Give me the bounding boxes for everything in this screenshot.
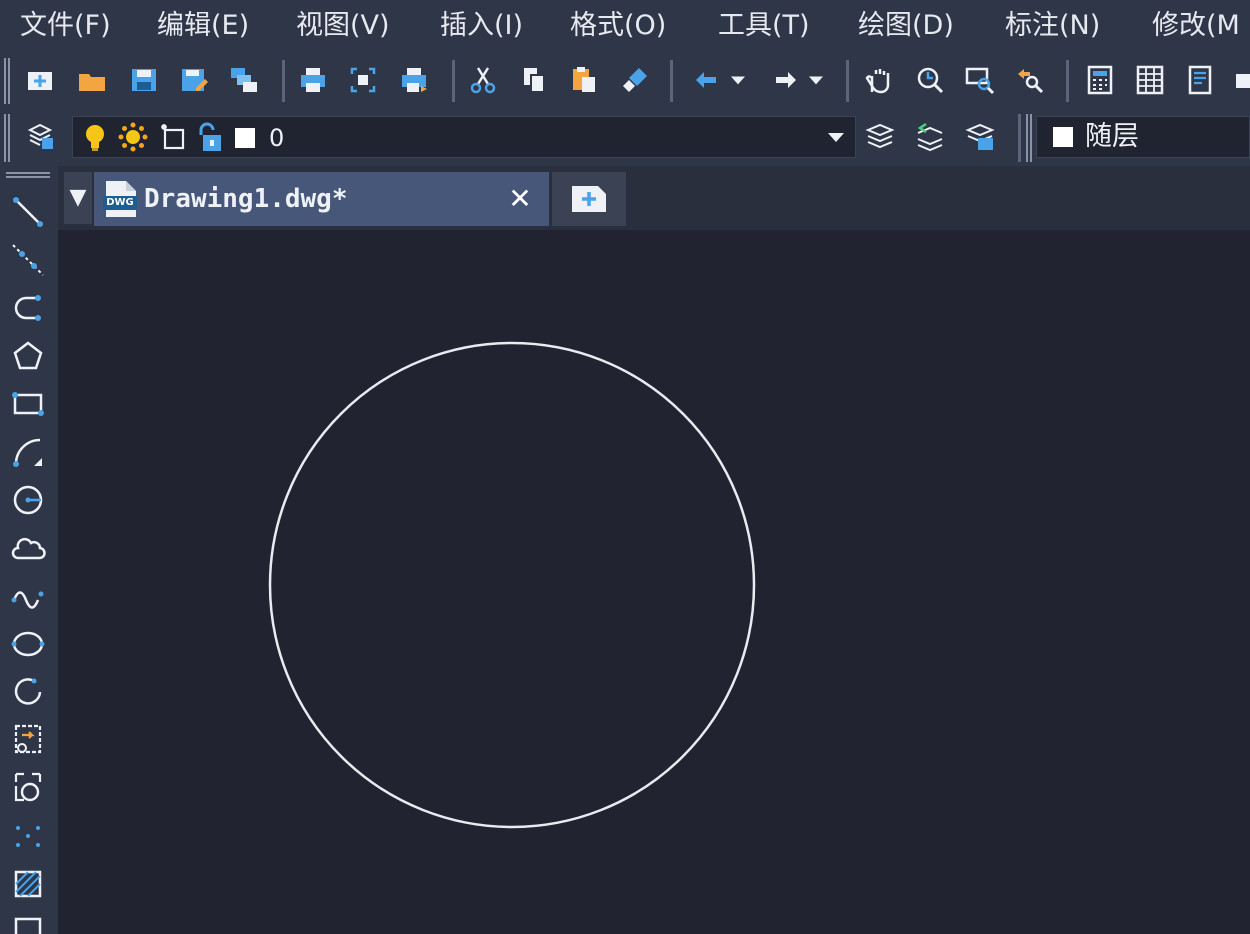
color-dropdown[interactable]: 随层 xyxy=(1036,116,1250,158)
new-tab-button[interactable] xyxy=(552,172,626,226)
toolbar-grip[interactable] xyxy=(4,58,10,104)
undo-dropdown-icon[interactable] xyxy=(724,62,752,98)
unlock-icon[interactable] xyxy=(193,121,225,153)
menu-view[interactable]: 视图(V) xyxy=(296,6,390,46)
drawing-canvas[interactable] xyxy=(64,230,1250,934)
close-icon[interactable]: ✕ xyxy=(502,181,538,217)
current-color-label: 随层 xyxy=(1085,121,1139,152)
layer-states-icon[interactable] xyxy=(962,118,998,154)
menu-tools[interactable]: 工具(T) xyxy=(718,6,810,46)
hatch-icon[interactable] xyxy=(8,864,48,904)
layer-color-swatch xyxy=(235,128,255,148)
layer-manager-icon[interactable] xyxy=(22,118,58,154)
polygon-icon[interactable] xyxy=(8,336,48,376)
zoom-realtime-icon[interactable] xyxy=(912,62,948,98)
toolbar-separator xyxy=(282,60,285,102)
toolbar-grip[interactable] xyxy=(1026,114,1032,162)
save-icon[interactable] xyxy=(126,62,162,98)
draw-toolbar xyxy=(0,166,58,934)
freeze-vp-icon[interactable] xyxy=(157,121,189,153)
redo-icon[interactable] xyxy=(766,62,802,98)
properties-icon[interactable] xyxy=(1182,62,1218,98)
new-icon[interactable] xyxy=(22,62,58,98)
menu-edit[interactable]: 编辑(E) xyxy=(157,6,249,46)
cut-icon[interactable] xyxy=(465,62,501,98)
layer-dropdown[interactable]: 0 xyxy=(72,116,856,158)
menu-dimension[interactable]: 标注(N) xyxy=(1005,6,1100,46)
arc-icon[interactable] xyxy=(8,432,48,472)
insert-block-icon[interactable] xyxy=(8,720,48,760)
layer-previous-icon[interactable] xyxy=(912,118,948,154)
ellipse-arc-icon[interactable] xyxy=(8,672,48,712)
polyline-icon[interactable] xyxy=(8,288,48,328)
menu-modify[interactable]: 修改(M xyxy=(1152,6,1240,46)
chevron-down-icon[interactable] xyxy=(825,126,847,148)
bulb-icon[interactable] xyxy=(79,121,111,153)
document-tab-bar: ▼ DWG Drawing1.dwg* ✕ xyxy=(58,166,1250,230)
tabs-collapse-toggle[interactable]: ▼ xyxy=(64,172,92,224)
more-tools-icon[interactable] xyxy=(8,912,48,934)
toolbar-separator xyxy=(670,60,673,102)
menu-draw[interactable]: 绘图(D) xyxy=(858,6,954,46)
zoom-previous-icon[interactable] xyxy=(1012,62,1048,98)
circle-icon[interactable] xyxy=(8,480,48,520)
toolbar-separator xyxy=(1066,60,1069,102)
plot-preview-icon[interactable] xyxy=(345,62,381,98)
dwg-file-icon: DWG xyxy=(102,179,138,219)
drawn-circle[interactable] xyxy=(268,341,756,829)
print-icon[interactable] xyxy=(295,62,331,98)
dwg-file-icon-label: DWG xyxy=(106,197,134,208)
document-tab-title: Drawing1.dwg* xyxy=(144,184,348,214)
toolbar-separator xyxy=(1018,114,1021,162)
toolbar-grip[interactable] xyxy=(4,114,10,162)
standard-toolbar xyxy=(0,52,1250,111)
sun-icon[interactable] xyxy=(117,121,149,153)
current-layer-name: 0 xyxy=(269,124,285,152)
pan-icon[interactable] xyxy=(860,62,896,98)
line-icon[interactable] xyxy=(8,192,48,232)
new-tab-icon xyxy=(570,184,608,214)
undo-icon[interactable] xyxy=(690,62,726,98)
menu-file[interactable]: 文件(F) xyxy=(20,6,111,46)
calculator-icon[interactable] xyxy=(1082,62,1118,98)
redo-dropdown-icon[interactable] xyxy=(802,62,830,98)
revision-cloud-icon[interactable] xyxy=(8,528,48,568)
publish-icon[interactable] xyxy=(396,62,432,98)
match-properties-icon[interactable] xyxy=(617,62,653,98)
multi-window-icon[interactable] xyxy=(226,62,262,98)
paste-icon[interactable] xyxy=(566,62,602,98)
make-current-icon[interactable] xyxy=(862,118,898,154)
save-as-icon[interactable] xyxy=(176,62,212,98)
toolbar-grip[interactable] xyxy=(6,172,50,178)
point-icon[interactable] xyxy=(8,816,48,856)
toolbar-separator xyxy=(452,60,455,102)
menu-format[interactable]: 格式(O) xyxy=(570,6,666,46)
open-icon[interactable] xyxy=(74,62,110,98)
ellipse-icon[interactable] xyxy=(8,624,48,664)
zoom-window-icon[interactable] xyxy=(962,62,998,98)
menu-bar: 文件(F) 编辑(E) 视图(V) 插入(I) 格式(O) 工具(T) 绘图(D… xyxy=(0,0,1250,53)
color-swatch xyxy=(1053,127,1073,147)
copy-icon[interactable] xyxy=(516,62,552,98)
toolbar-separator xyxy=(846,60,849,102)
menu-insert[interactable]: 插入(I) xyxy=(440,6,523,46)
table-icon[interactable] xyxy=(1132,62,1168,98)
spline-icon[interactable] xyxy=(8,576,48,616)
overflow-icon[interactable] xyxy=(1232,62,1250,98)
make-block-icon[interactable] xyxy=(8,768,48,808)
construction-line-icon[interactable] xyxy=(8,240,48,280)
document-tab[interactable]: DWG Drawing1.dwg* ✕ xyxy=(94,172,549,226)
drawing-area xyxy=(268,341,756,829)
rectangle-icon[interactable] xyxy=(8,384,48,424)
